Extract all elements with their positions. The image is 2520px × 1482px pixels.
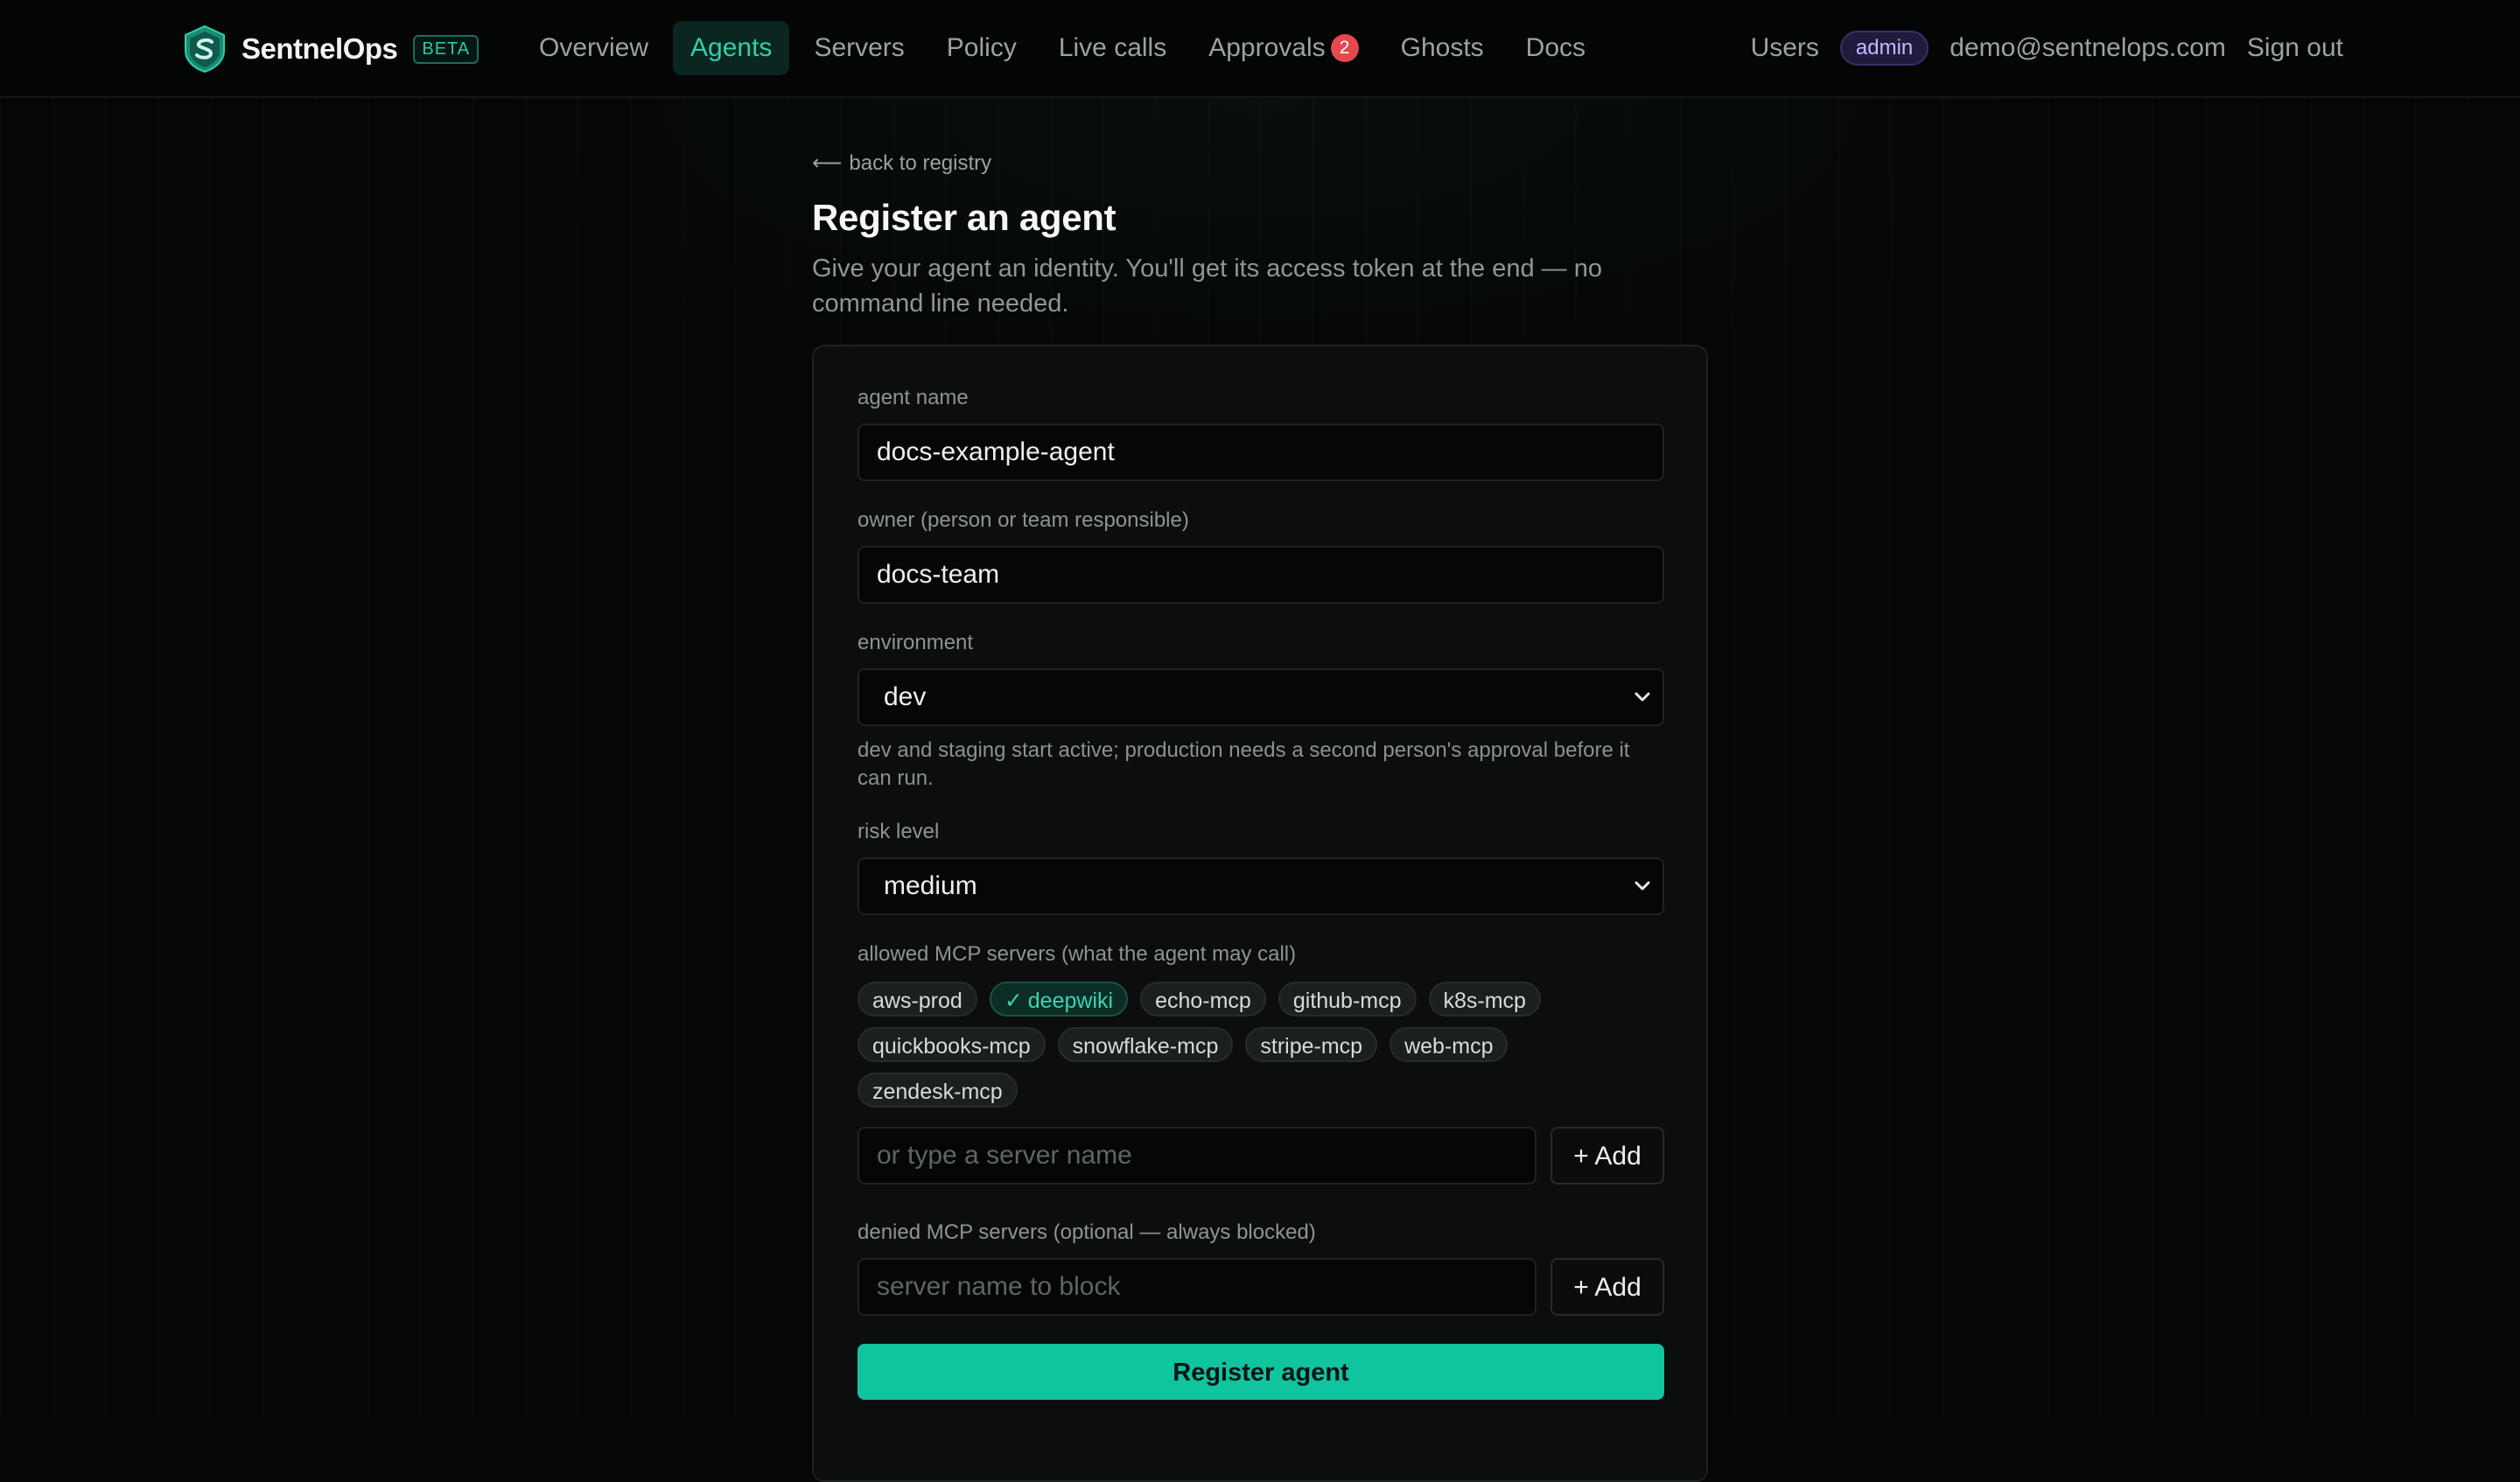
- server-chip[interactable]: k8s-mcp: [1428, 982, 1541, 1017]
- allowed-server-add-row: + Add: [858, 1127, 1664, 1185]
- nav-overview-label: Overview: [539, 33, 649, 62]
- environment-select[interactable]: dev: [858, 668, 1664, 726]
- environment-label: environment: [858, 631, 974, 654]
- server-chip[interactable]: echo-mcp: [1140, 982, 1266, 1017]
- arrow-left-icon: ⟵: [812, 151, 843, 175]
- server-chip-label: echo-mcp: [1155, 989, 1251, 1013]
- owner-label: owner (person or team responsible): [858, 508, 1189, 532]
- nav-agents[interactable]: Agents: [673, 21, 790, 75]
- page-subtitle: Give your agent an identity. You'll get …: [812, 255, 1602, 318]
- server-chip[interactable]: github-mcp: [1278, 982, 1417, 1017]
- server-chip-label: deepwiki: [1027, 989, 1114, 1013]
- nav-agents-label: Agents: [690, 33, 773, 62]
- owner-input[interactable]: [858, 546, 1664, 604]
- server-chip[interactable]: snowflake-mcp: [1057, 1027, 1234, 1062]
- user-email: demo@sentnelops.com: [1950, 33, 2226, 62]
- nav-users[interactable]: Users: [1751, 33, 1819, 63]
- shield-logo-icon: [185, 24, 225, 73]
- server-chip-label: web-mcp: [1404, 1034, 1494, 1059]
- nav-servers-label: Servers: [814, 33, 905, 62]
- risk-level-select-value: medium: [884, 871, 977, 900]
- register-agent-card: agent name owner (person or team respons…: [812, 345, 1708, 1482]
- main-content: ⟵ back to registry Register an agent Giv…: [812, 150, 1708, 1482]
- server-chip[interactable]: aws-prod: [858, 982, 977, 1017]
- environment-select-value: dev: [884, 682, 927, 711]
- environment-help-text: dev and staging start active; production…: [858, 738, 1630, 790]
- agent-name-input[interactable]: [858, 423, 1664, 481]
- check-icon: ✓: [1004, 989, 1023, 1013]
- server-chip-label: zendesk-mcp: [872, 1080, 1003, 1104]
- denied-server-add-row: + Add: [858, 1258, 1664, 1316]
- nav-policy[interactable]: Policy: [929, 21, 1034, 75]
- nav-docs-label: Docs: [1525, 33, 1586, 62]
- sign-out-link[interactable]: Sign out: [2247, 33, 2343, 63]
- agent-name-label: agent name: [858, 386, 969, 409]
- beta-badge: BETA: [413, 34, 480, 64]
- server-chip-label: snowflake-mcp: [1072, 1034, 1219, 1059]
- nav-policy-label: Policy: [946, 33, 1017, 62]
- server-chip-label: aws-prod: [872, 989, 962, 1013]
- user-menu: Users admin demo@sentnelops.com Sign out: [1751, 21, 2343, 75]
- server-chip-label: quickbooks-mcp: [872, 1034, 1031, 1059]
- page-title: Register an agent: [812, 197, 1116, 238]
- brand-name: SentnelOps: [242, 32, 398, 65]
- register-agent-form: agent name owner (person or team respons…: [858, 385, 1664, 1400]
- nav-ghosts[interactable]: Ghosts: [1383, 21, 1502, 75]
- server-chip-label: k8s-mcp: [1443, 989, 1526, 1013]
- allowed-servers-label: allowed MCP servers (what the agent may …: [858, 942, 1297, 966]
- nav-docs[interactable]: Docs: [1508, 21, 1603, 75]
- nav-live-calls[interactable]: Live calls: [1041, 21, 1184, 75]
- denied-server-input[interactable]: [858, 1258, 1536, 1316]
- nav-live-calls-label: Live calls: [1058, 33, 1167, 62]
- server-chip-label: stripe-mcp: [1260, 1034, 1363, 1059]
- server-chip[interactable]: zendesk-mcp: [858, 1073, 1018, 1108]
- add-denied-server-button[interactable]: + Add: [1550, 1258, 1664, 1316]
- server-chip[interactable]: stripe-mcp: [1245, 1027, 1378, 1062]
- top-navigation-bar: SentnelOps BETA Overview Agents Servers …: [0, 0, 2520, 98]
- back-to-registry-link[interactable]: ⟵ back to registry: [812, 150, 1708, 176]
- server-chip[interactable]: quickbooks-mcp: [858, 1027, 1046, 1062]
- server-chip[interactable]: ✓ deepwiki: [989, 982, 1129, 1017]
- nav-ghosts-label: Ghosts: [1400, 33, 1484, 62]
- allowed-servers-chips: aws-prod ✓ deepwiki echo-mcp github-mcp k8s-m…: [858, 982, 1664, 1118]
- chevron-down-icon: [1634, 692, 1650, 702]
- nav-approvals-label: Approvals: [1208, 33, 1326, 62]
- chevron-down-icon: [1634, 881, 1650, 891]
- denied-servers-label: denied MCP servers (optional — always bl…: [858, 1220, 1316, 1244]
- risk-level-label: risk level: [858, 820, 940, 843]
- nav-overview[interactable]: Overview: [522, 21, 666, 75]
- register-agent-button[interactable]: Register agent: [858, 1344, 1664, 1400]
- nav-servers[interactable]: Servers: [796, 21, 921, 75]
- role-badge: admin: [1839, 31, 1929, 66]
- allowed-server-input[interactable]: [858, 1127, 1536, 1185]
- server-chip-label: github-mcp: [1292, 989, 1402, 1013]
- add-allowed-server-button[interactable]: + Add: [1550, 1127, 1664, 1185]
- approvals-count-badge: 2: [1330, 34, 1359, 62]
- nav-approvals[interactable]: Approvals 2: [1191, 21, 1376, 75]
- brand[interactable]: SentnelOps BETA: [182, 23, 480, 75]
- risk-level-select[interactable]: medium: [858, 857, 1664, 915]
- server-chip[interactable]: web-mcp: [1390, 1027, 1508, 1062]
- back-link-label: back to registry: [849, 150, 992, 175]
- main-nav: Overview Agents Servers Policy Live call…: [522, 21, 1610, 75]
